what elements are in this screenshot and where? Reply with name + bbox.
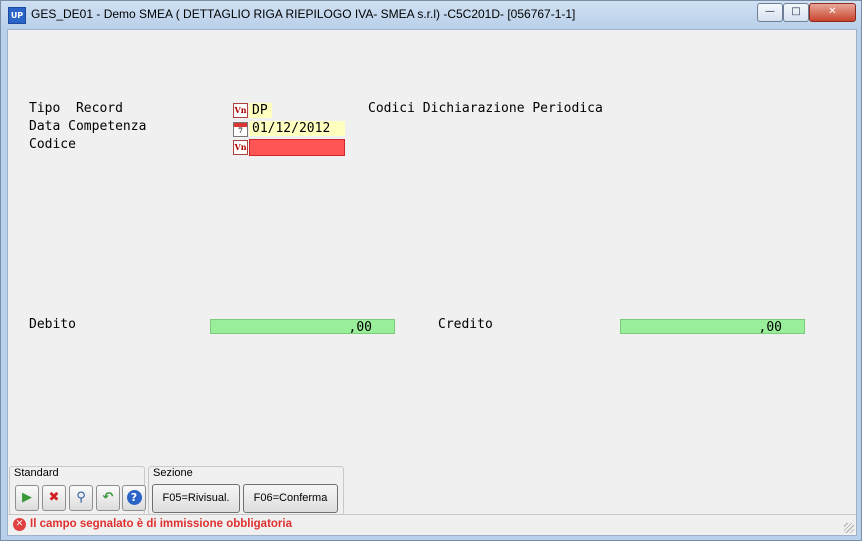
- tipo-record-field[interactable]: DP: [249, 103, 272, 118]
- codice-lookup-icon[interactable]: Vn: [233, 140, 248, 155]
- help-icon[interactable]: ?: [122, 485, 146, 511]
- codice-label: Codice: [29, 137, 76, 152]
- window-title: GES_DE01 - Demo SMEA ( DETTAGLIO RIGA RI…: [31, 7, 576, 21]
- debito-field[interactable]: ,00: [210, 319, 395, 335]
- resize-grip-icon[interactable]: [844, 523, 854, 533]
- app-icon: UP: [8, 7, 26, 24]
- credito-label: Credito: [438, 317, 493, 332]
- codice-field[interactable]: [249, 139, 345, 156]
- search-icon[interactable]: ⚲: [69, 485, 93, 511]
- close-button[interactable]: ✕: [809, 3, 856, 22]
- bottom-toolbar: Standard ▶ ✖ ⚲ ↶ ? Sezione F05=Rivisual.…: [8, 464, 856, 535]
- sezione-group-title: Sezione: [153, 467, 193, 479]
- app-window: UP GES_DE01 - Demo SMEA ( DETTAGLIO RIGA…: [0, 0, 862, 541]
- standard-group-title: Standard: [14, 467, 59, 479]
- maximize-button[interactable]: □: [783, 3, 809, 22]
- tipo-record-lookup-icon[interactable]: Vn: [233, 103, 248, 118]
- undo-icon[interactable]: ↶: [96, 485, 120, 511]
- credito-field[interactable]: ,00: [620, 319, 805, 335]
- status-message: Il campo segnalato è di immissione obbli…: [30, 518, 293, 530]
- title-bar: UP GES_DE01 - Demo SMEA ( DETTAGLIO RIGA…: [1, 1, 861, 29]
- calendar-icon[interactable]: 7: [233, 122, 248, 137]
- status-bar: ✕ Il campo segnalato è di immissione obb…: [8, 514, 856, 535]
- minimize-button[interactable]: —: [757, 3, 783, 22]
- data-competenza-label: Data Competenza: [29, 119, 147, 134]
- form-area: Tipo Record Vn DP Codici Dichiarazione P…: [7, 29, 857, 536]
- play-icon[interactable]: ▶: [15, 485, 39, 511]
- tipo-record-label: Tipo Record: [29, 101, 123, 116]
- tipo-record-description: Codici Dichiarazione Periodica: [368, 101, 603, 116]
- delete-icon[interactable]: ✖: [42, 485, 66, 511]
- data-competenza-field[interactable]: 01/12/2012: [249, 121, 345, 136]
- sezione-group: Sezione F05=Rivisual. F06=Conferma: [148, 466, 344, 515]
- standard-group: Standard ▶ ✖ ⚲ ↶ ?: [9, 466, 146, 515]
- f06-conferma-button[interactable]: F06=Conferma: [243, 484, 338, 513]
- debito-label: Debito: [29, 317, 76, 332]
- f05-rivisual-button[interactable]: F05=Rivisual.: [152, 484, 240, 513]
- error-icon: ✕: [13, 518, 26, 531]
